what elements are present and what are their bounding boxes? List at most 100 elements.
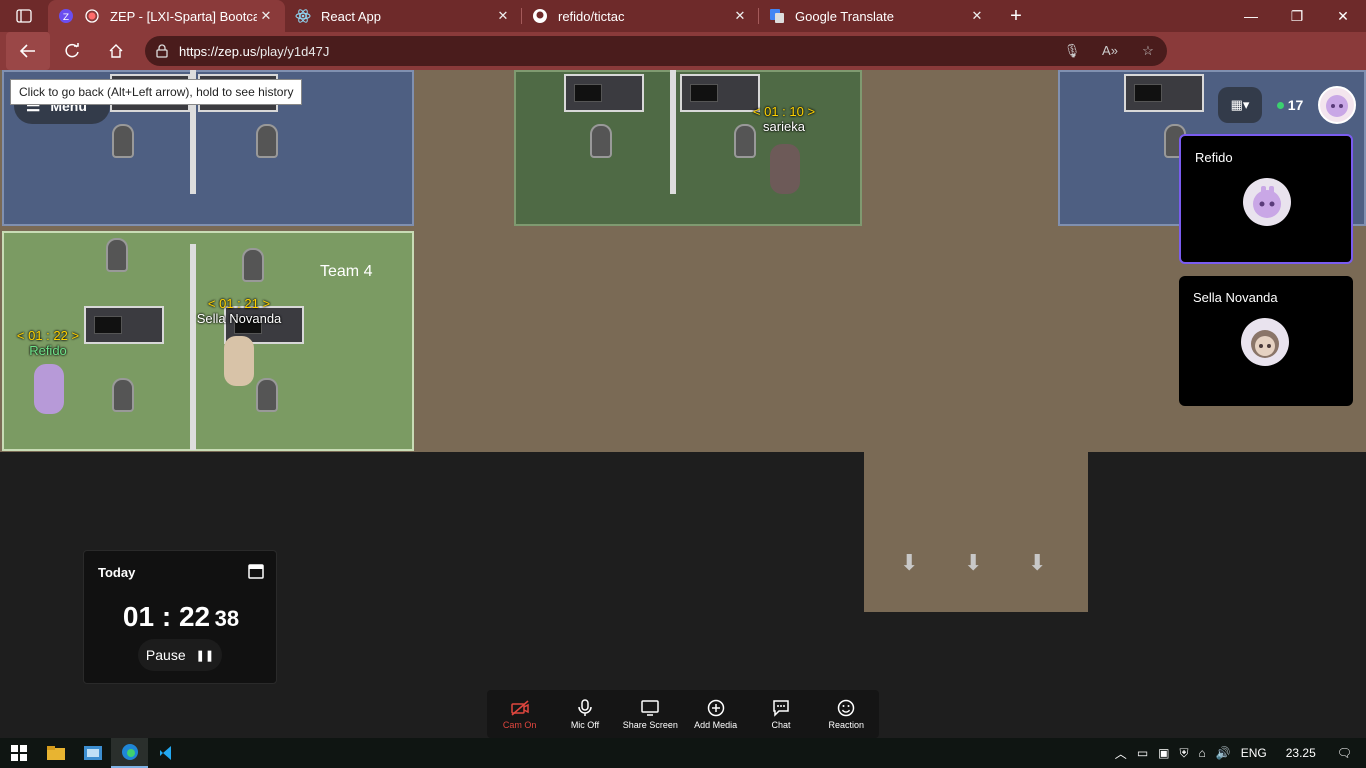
app-tray-icon[interactable]: ▣ [1158, 746, 1169, 760]
plus-circle-icon [707, 698, 725, 718]
tab-title: refido/tictac [558, 8, 625, 24]
chair [256, 124, 278, 158]
mic-toggle-label: Mic Off [570, 720, 600, 730]
address-bar-row: https://zep.us/play/y1d47J 🎙 A» ☆ ⧉ ✩ ··… [0, 32, 1366, 92]
tab-actions-icon[interactable] [0, 0, 48, 32]
share-screen-button[interactable]: Share Screen [618, 690, 683, 738]
svg-text:Z: Z [63, 13, 69, 23]
video-card-sella-novanda[interactable]: Sella Novanda [1179, 276, 1353, 406]
tab-zep[interactable]: Z ZEP - [LXI-Sparta] Bootcamp ✕ [48, 0, 285, 32]
tab-google-translate[interactable]: Google Translate ✕ [759, 0, 996, 32]
windows-taskbar: ︿ ▭ ▣ ⛨ ⌂ 🔊 ENG 23.25 🗨 [0, 738, 1366, 768]
home-icon [109, 44, 123, 58]
clock[interactable]: 23.25 [1286, 746, 1316, 760]
refresh-icon [65, 43, 79, 58]
add-media-button[interactable]: Add Media [683, 690, 748, 738]
reaction-label: Reaction [828, 720, 865, 730]
player-nametag-self: < 01 : 22 > Refido [8, 328, 88, 358]
chair [106, 238, 128, 272]
layout-button[interactable]: ▦▾ [1218, 87, 1262, 123]
cam-toggle-label: Cam On [502, 720, 537, 730]
close-tab-icon[interactable]: ✕ [731, 8, 749, 24]
volume-icon[interactable]: 🔊 [1216, 746, 1231, 760]
microphone-icon[interactable]: 🎙 [1053, 43, 1091, 59]
player-avatar-sella-novanda[interactable] [224, 336, 254, 386]
restore-icon[interactable]: ❐ [1274, 0, 1320, 32]
battery-icon[interactable]: ▭ [1137, 746, 1148, 760]
vscode-icon[interactable] [148, 738, 185, 768]
back-button[interactable] [6, 32, 50, 70]
mic-toggle-button[interactable]: Mic Off [552, 690, 617, 738]
calendar-icon[interactable] [248, 563, 264, 579]
tab-github[interactable]: refido/tictac ✕ [522, 0, 759, 32]
pause-button[interactable]: Pause ❚❚ [138, 639, 222, 671]
notification-icon[interactable]: 🗨 [1337, 746, 1352, 760]
url-field[interactable]: https://zep.us/play/y1d47J 🎙 A» ☆ [145, 36, 1167, 66]
player-timer: < 01 : 22 > [16, 328, 80, 343]
react-icon [295, 8, 311, 24]
share-screen-label: Share Screen [622, 720, 678, 730]
minimize-icon[interactable]: — [1228, 0, 1274, 32]
online-count[interactable]: 17 [1268, 87, 1312, 123]
tab-react-app[interactable]: React App ✕ [285, 0, 522, 32]
desk-divider [670, 70, 676, 194]
desk [564, 74, 644, 112]
chair [256, 378, 278, 412]
language-indicator[interactable]: ENG [1241, 746, 1267, 760]
network-icon[interactable]: ⌂ [1199, 746, 1206, 760]
tab-title: React App [321, 8, 381, 24]
player-name: sarieka [763, 119, 805, 134]
control-panel-icon[interactable] [74, 738, 111, 768]
room-label: Team 4 [320, 263, 373, 280]
timer-minutes: 22 [178, 601, 211, 632]
add-media-label: Add Media [694, 720, 738, 730]
chevron-up-icon[interactable]: ︿ [1115, 745, 1127, 762]
close-tab-icon[interactable]: ✕ [494, 8, 512, 24]
edge-browser-icon[interactable] [111, 738, 148, 768]
chair [590, 124, 612, 158]
add-favorite-icon[interactable]: ☆ [1129, 43, 1167, 59]
url-host: https://zep.us [179, 43, 257, 59]
home-button[interactable] [94, 32, 138, 70]
player-name: Refido [29, 343, 67, 358]
reaction-button[interactable]: Reaction [814, 690, 879, 738]
game-viewport[interactable]: Team 4 < 01 : 10 > sarieka < 01 : 21 > S… [0, 70, 1366, 738]
new-tab-button[interactable]: + [996, 0, 1036, 32]
read-aloud-icon[interactable]: A» [1091, 43, 1129, 59]
chat-button[interactable]: Chat [748, 690, 813, 738]
start-button[interactable] [0, 738, 37, 768]
back-button-tooltip: Click to go back (Alt+Left arrow), hold … [10, 79, 303, 105]
tab-title: ZEP - [LXI-Sparta] Bootcamp [110, 8, 257, 24]
video-card-refido[interactable]: Refido [1179, 134, 1353, 264]
security-shield-icon[interactable]: ⛨ [1180, 746, 1189, 761]
player-timer: < 01 : 21 > [207, 296, 271, 311]
cam-toggle-button[interactable]: Cam On [487, 690, 552, 738]
chair [242, 248, 264, 282]
player-avatar-refido[interactable] [34, 364, 64, 414]
recording-icon [84, 8, 100, 24]
browser-tab-bar: Z ZEP - [LXI-Sparta] Bootcamp ✕ React Ap… [0, 0, 1366, 32]
study-timer: Today 01 : 22 38 Pause ❚❚ [83, 550, 277, 684]
close-tab-icon[interactable]: ✕ [968, 8, 986, 24]
close-tab-icon[interactable]: ✕ [257, 8, 275, 24]
chat-label: Chat [771, 720, 791, 730]
video-card-name: Refido [1195, 150, 1233, 165]
github-icon [532, 8, 548, 24]
desk [1124, 74, 1204, 112]
back-arrow-icon [19, 44, 35, 58]
avatar [1241, 318, 1289, 366]
my-avatar[interactable] [1318, 86, 1356, 124]
timer-clock: 01 : 22 38 [84, 601, 278, 633]
down-arrow-icon: ⬇ [900, 550, 919, 575]
lock-icon [145, 44, 179, 58]
close-window-icon[interactable]: ✕ [1320, 0, 1366, 32]
online-count-value: 17 [1287, 97, 1304, 113]
refresh-button[interactable] [50, 32, 94, 70]
windows-logo-icon [10, 745, 27, 761]
window-controls: — ❐ ✕ [1228, 0, 1366, 32]
file-explorer-icon[interactable] [37, 738, 74, 768]
player-avatar-sarieka[interactable] [770, 144, 800, 194]
timer-seconds: 38 [214, 606, 240, 631]
chair [112, 378, 134, 412]
grid-layout-icon: ▦▾ [1230, 97, 1250, 112]
